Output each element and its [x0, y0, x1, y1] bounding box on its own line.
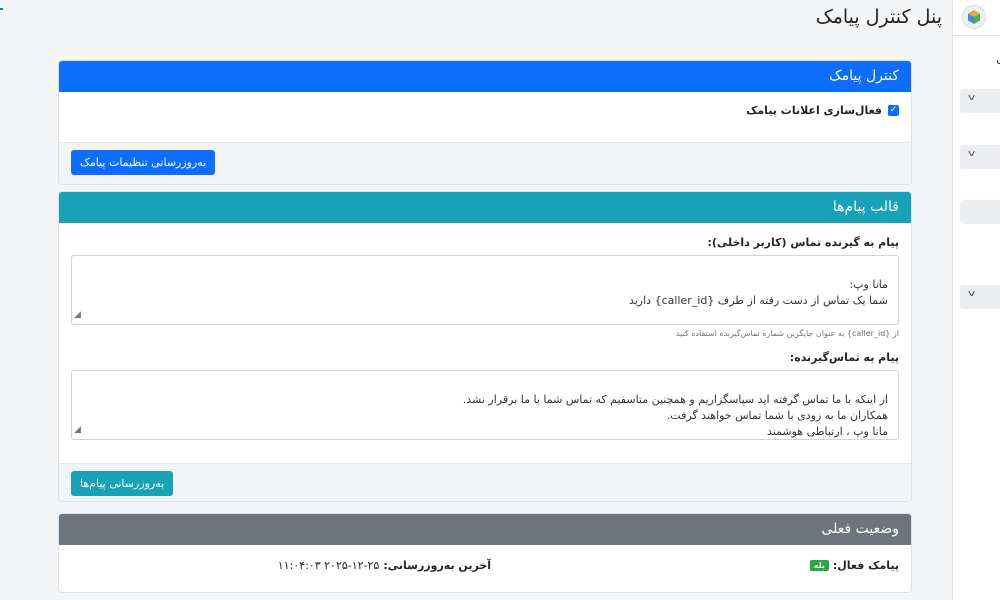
internal-message-textarea[interactable]: مانا وپ: شما یک تماس از دست رفته از طرف …	[71, 255, 899, 325]
templates-body: پیام به گیرنده تماس (کاربر داخلی): مانا …	[59, 223, 911, 463]
enable-sms-checkbox-row[interactable]: ✓ فعال‌سازی اعلانات پیامک	[746, 104, 899, 117]
chevron-down-icon: v	[967, 289, 976, 299]
message-templates-card: قالب پیام‌ها پیام به گیرنده تماس (کاربر …	[58, 191, 912, 502]
chevron-down-icon: v	[967, 149, 976, 159]
sms-control-header: کنترل پیامک	[59, 61, 911, 92]
current-status-card: وضعیت فعلی پیامک فعال: بله آخرین به‌روزر…	[58, 513, 912, 593]
sms-active-label: پیامک فعال:	[832, 559, 899, 572]
last-update-label: آخرین به‌روزرسانی:	[383, 559, 491, 572]
sidebar-item-flat[interactable]	[960, 200, 1000, 224]
resize-handle-icon[interactable]: ◢	[74, 422, 81, 438]
update-messages-button[interactable]: به‌روزرسانی پیام‌ها	[71, 471, 174, 496]
last-update-row: آخرین به‌روزرسانی: ۲۰۲۵-۱۲-۲۵ ۱۱:۰۴:۰۳	[278, 559, 491, 572]
caller-message-textarea[interactable]: از اینکه با ما تماس گرفته اید سپاسگزاریم…	[71, 370, 899, 440]
sidebar-item-collapsed-1[interactable]: v	[960, 89, 1000, 113]
page-title: پنل کنترل پیامک	[815, 6, 942, 28]
message-templates-header: قالب پیام‌ها	[59, 192, 911, 223]
update-sms-settings-button[interactable]: به‌روزرسانی تنظیمات پیامک	[71, 150, 216, 175]
caller-id-help-text: از {caller_id} به عنوان جایگزین شماره تم…	[675, 329, 899, 338]
caller-message-label: پیام به تماس‌گیرنده:	[789, 351, 899, 364]
sms-control-card: کنترل پیامک ✓ فعال‌سازی اعلانات پیامک به…	[58, 60, 912, 185]
cube-logo-icon	[968, 10, 980, 24]
sidebar: ل v v v	[952, 0, 1000, 600]
sms-active-row: پیامک فعال: بله	[809, 559, 899, 572]
resize-handle-icon[interactable]: ◢	[74, 307, 81, 323]
app-logo[interactable]	[962, 5, 986, 29]
enable-sms-checkbox[interactable]: ✓	[888, 105, 899, 116]
sidebar-partial-label: ل	[996, 51, 1000, 65]
status-body: پیامک فعال: بله آخرین به‌روزرسانی: ۲۰۲۵-…	[59, 545, 911, 592]
sms-control-footer: به‌روزرسانی تنظیمات پیامک	[59, 142, 911, 184]
status-badge: بله	[809, 560, 829, 571]
enable-sms-label: فعال‌سازی اعلانات پیامک	[746, 104, 882, 117]
chevron-down-icon: v	[967, 93, 976, 103]
sidebar-item-collapsed-3[interactable]: v	[960, 285, 1000, 309]
current-status-header: وضعیت فعلی	[59, 514, 911, 545]
sidebar-divider	[952, 35, 1000, 36]
edge-indicator	[0, 8, 3, 10]
caller-message-text: از اینکه با ما تماس گرفته اید سپاسگزاریم…	[462, 393, 888, 438]
last-update-value: ۲۰۲۵-۱۲-۲۵ ۱۱:۰۴:۰۳	[277, 559, 380, 572]
templates-footer: به‌روزرسانی پیام‌ها	[59, 463, 911, 501]
internal-message-label: پیام به گیرنده تماس (کاربر داخلی):	[707, 236, 899, 249]
sidebar-item-collapsed-2[interactable]: v	[960, 145, 1000, 169]
internal-message-text: مانا وپ: شما یک تماس از دست رفته از طرف …	[628, 278, 888, 307]
